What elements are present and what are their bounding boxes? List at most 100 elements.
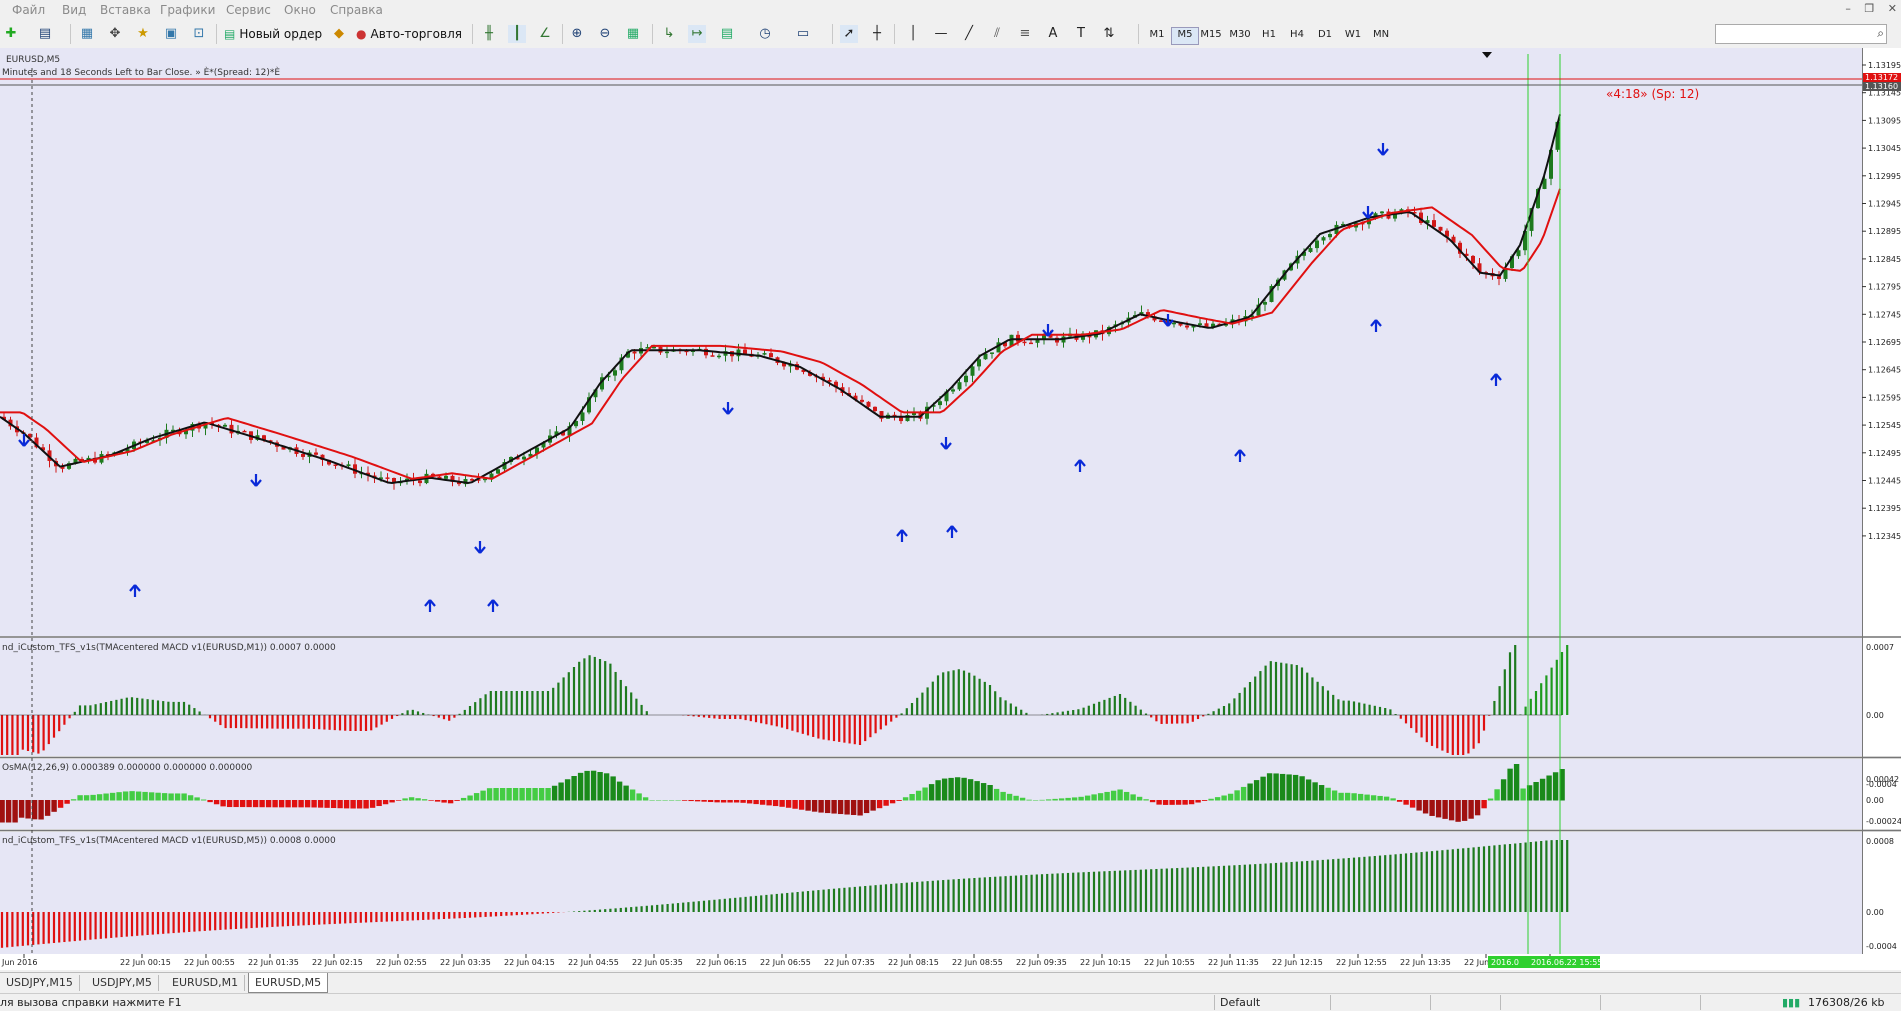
histogram-bar: [1539, 778, 1546, 801]
zoom-in-icon[interactable]: ⊕: [568, 25, 586, 43]
tile-windows-icon[interactable]: ▦: [624, 25, 642, 43]
histogram-bar: [1351, 793, 1357, 801]
arrows-icon[interactable]: ⇅: [1100, 25, 1118, 43]
histogram-bar: [285, 800, 291, 808]
timeframe-m1[interactable]: M1: [1144, 27, 1170, 43]
histogram-bar: [363, 800, 369, 809]
histogram-bar: [317, 800, 324, 808]
candlestick-icon[interactable]: ┃: [508, 25, 526, 43]
connection-icon[interactable]: ▮▮▮: [1782, 996, 1800, 1009]
auto-trading-button[interactable]: ● Авто-торговля: [356, 23, 462, 44]
indicator3-title: nd_iCustom_TFS_v1s(TMAcentered MACD v1(E…: [2, 836, 336, 846]
histogram-bar: [246, 800, 252, 808]
menu-window[interactable]: Окно: [284, 3, 316, 17]
timeframe-m5[interactable]: M5: [1171, 27, 1199, 45]
histogram-bar: [545, 788, 551, 801]
restore-icon[interactable]: ❐: [1864, 2, 1874, 15]
indicator-axis-label: 0.0008: [1866, 837, 1894, 846]
profiles-icon[interactable]: ▤: [36, 25, 54, 43]
timeframe-h1[interactable]: H1: [1256, 27, 1282, 43]
histogram-bar: [252, 800, 259, 808]
timeframe-h4[interactable]: H4: [1284, 27, 1310, 43]
indicators-icon[interactable]: ▤: [718, 25, 736, 43]
histogram-bar: [714, 800, 720, 803]
timeframe-m15[interactable]: M15: [1198, 27, 1224, 43]
histogram-bar: [428, 800, 434, 801]
menu-charts[interactable]: Графики: [160, 3, 215, 17]
trendline-icon[interactable]: ╱: [960, 25, 978, 43]
crosshair-nav-icon[interactable]: ✥: [106, 25, 124, 43]
line-chart-icon[interactable]: ∠: [536, 25, 554, 43]
histogram-bar: [1416, 800, 1422, 811]
status-bar: ля вызова справки нажмите F1 Default ▮▮▮…: [0, 993, 1901, 1011]
histogram-bar: [1396, 800, 1403, 802]
candle-body: [1308, 248, 1313, 252]
chart-window[interactable]: 1.13195 1.13145 1.13095 1.13045 1.12995 1.129…: [0, 48, 1901, 970]
menu-tools[interactable]: Сервис: [226, 3, 271, 17]
histogram-bar: [415, 798, 421, 801]
histogram-bar: [662, 800, 668, 801]
menu-view[interactable]: Вид: [62, 3, 86, 17]
histogram-bar: [558, 782, 564, 801]
indicator-axis-label: 0.0007: [1866, 643, 1894, 652]
histogram-bar: [1253, 780, 1260, 801]
histogram-bar: [168, 793, 174, 801]
horizontal-line-icon[interactable]: —: [932, 25, 950, 43]
search-input[interactable]: ⌕: [1715, 24, 1887, 44]
menu-help[interactable]: Справка: [330, 3, 383, 17]
market-watch-icon[interactable]: ▦: [78, 25, 96, 43]
timeframe-d1[interactable]: D1: [1312, 27, 1338, 43]
new-order-button[interactable]: ▤ Новый ордер: [224, 23, 322, 44]
candle-body: [1321, 237, 1326, 241]
bar-chart-icon[interactable]: ╫: [480, 25, 498, 43]
text-icon[interactable]: A: [1044, 25, 1062, 43]
candle-body: [1380, 211, 1384, 214]
histogram-bar: [1149, 800, 1156, 803]
histogram-bar: [473, 793, 480, 801]
tab-eurusd-m1[interactable]: EURUSD,M1: [166, 975, 246, 991]
menu-file[interactable]: Файл: [12, 3, 45, 17]
time-tick-label: 22 Jun 05:35: [632, 958, 683, 967]
histogram-bar: [259, 800, 265, 808]
histogram-bar: [1474, 800, 1481, 816]
vertical-line-icon[interactable]: │: [904, 25, 922, 43]
close-icon[interactable]: ✕: [1888, 2, 1897, 15]
price-tick-label: 1.12595: [1868, 393, 1901, 402]
histogram-bar: [629, 789, 636, 801]
candle-body: [873, 406, 877, 412]
tab-eurusd-m5[interactable]: EURUSD,M5: [248, 973, 329, 993]
terminal-icon[interactable]: ▣: [162, 25, 180, 43]
histogram-bar: [1013, 795, 1019, 801]
chart-shift-icon[interactable]: ↦: [688, 25, 706, 43]
fibonacci-icon[interactable]: ≡: [1016, 25, 1034, 43]
histogram-bar: [889, 800, 896, 804]
timeframe-m30[interactable]: M30: [1227, 27, 1253, 43]
search-icon[interactable]: ⌕: [1877, 26, 1884, 41]
tab-usdjpy-m15[interactable]: USDJPY,M15: [0, 975, 80, 991]
histogram-bar: [148, 792, 155, 801]
timeframe-mn[interactable]: MN: [1368, 27, 1394, 43]
text-label-icon[interactable]: T: [1072, 25, 1090, 43]
crosshair-icon[interactable]: ┼: [868, 25, 886, 43]
autoscroll-icon[interactable]: ↳: [660, 25, 678, 43]
navigator-icon[interactable]: ★: [134, 25, 152, 43]
cursor-icon[interactable]: ➚: [840, 25, 858, 43]
zoom-out-icon[interactable]: ⊖: [596, 25, 614, 43]
tester-icon[interactable]: ⊡: [190, 25, 208, 43]
time-tick-label: 22 Jun 06:15: [696, 958, 747, 967]
periods-icon[interactable]: ◷: [756, 25, 774, 43]
histogram-bar: [5, 800, 12, 823]
histogram-bar: [1201, 800, 1208, 801]
channel-icon[interactable]: ⫽: [988, 25, 1006, 43]
histogram-bar: [90, 794, 96, 801]
histogram-bar: [122, 791, 129, 801]
new-chart-icon[interactable]: ✚: [2, 25, 20, 43]
chart-canvas[interactable]: 1.131951.131451.130951.130451.129951.129…: [0, 48, 1901, 970]
templates-icon[interactable]: ▭: [794, 25, 812, 43]
timeframe-w1[interactable]: W1: [1340, 27, 1366, 43]
histogram-bar: [220, 800, 226, 807]
tab-usdjpy-m5[interactable]: USDJPY,M5: [86, 975, 159, 991]
minimize-icon[interactable]: –: [1845, 2, 1851, 15]
menu-insert[interactable]: Вставка: [100, 3, 151, 17]
meta-editor-icon[interactable]: ◆: [330, 25, 348, 43]
